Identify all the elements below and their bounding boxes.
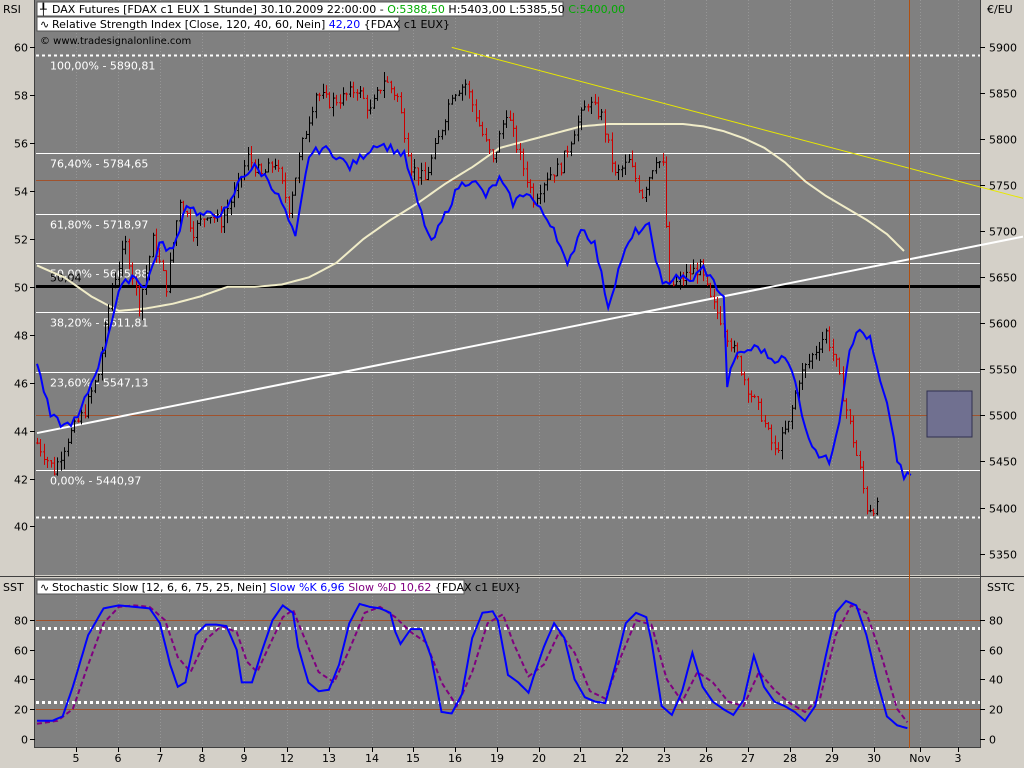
x-tick-label: 21	[573, 752, 587, 765]
stoch-left-tick-label: 0	[21, 734, 28, 747]
stoch-left-tick-label: 60	[14, 645, 28, 658]
x-tick-label: 20	[532, 752, 546, 765]
stoch-right-tick-label: 60	[989, 645, 1003, 658]
x-tick-label: 23	[657, 752, 671, 765]
rsi-tick-label: 54	[14, 186, 28, 199]
price-legend-close: C:5400,00	[568, 3, 625, 16]
x-tick-label: 13	[322, 752, 336, 765]
price-tick-label: 5350	[989, 549, 1017, 562]
fib-level-label: 76,40% - 5784,65	[50, 158, 148, 171]
rsi-tick-label: 46	[14, 378, 28, 391]
x-tick-label: 3	[955, 752, 962, 765]
price-tick-label: 5650	[989, 272, 1017, 285]
x-tick-label: 29	[825, 752, 839, 765]
price-tick-label: 5900	[989, 42, 1017, 55]
price-legend-hl: H:5403,00 L:5385,50	[448, 3, 564, 16]
stoch-right-tick-label: 40	[989, 674, 1003, 687]
stoch-left-axis-title: SST	[3, 581, 24, 594]
x-tick-label: Nov	[909, 752, 931, 765]
x-tick-label: 7	[157, 752, 164, 765]
rsi-legend-icon: ∿	[40, 18, 49, 31]
stoch-right-tick-label: 20	[989, 704, 1003, 717]
price-legend-icon: ╀	[39, 2, 47, 16]
rsi-tick-label: 42	[14, 474, 28, 487]
price-tick-label: 5450	[989, 456, 1017, 469]
copyright-watermark: © www.tradesignalonline.com	[40, 36, 191, 47]
rsi-tick-label: 56	[14, 138, 28, 151]
price-tick-label: 5600	[989, 318, 1017, 331]
rsi-legend-value: 42,20	[329, 18, 361, 31]
x-tick-label: 19	[490, 752, 504, 765]
rsi-tick-label: 50	[14, 282, 28, 295]
rsi-tick-label: 40	[14, 521, 28, 534]
rsi-tick-label: 48	[14, 330, 28, 343]
x-tick-label: 30	[867, 752, 881, 765]
stoch-legend-name: Stochastic Slow [12, 6, 6, 75, 25, Nein]	[52, 581, 266, 594]
stoch-panel-bg	[35, 578, 980, 747]
stoch-legend-k: Slow %K 6,96	[270, 581, 345, 594]
selection-rectangle[interactable]	[926, 390, 973, 438]
x-tick-label: 27	[741, 752, 755, 765]
stoch-legend: Stochastic Slow [12, 6, 6, 75, 25, Nein]…	[52, 581, 521, 594]
stoch-legend-icon: ∿	[40, 581, 49, 594]
stoch-legend-d: Slow %D 10,62	[348, 581, 431, 594]
x-tick-label: 16	[448, 752, 462, 765]
rsi-legend-suffix: {FDAX c1 EUX}	[364, 18, 450, 31]
price-right-axis-title: €/EU	[987, 3, 1013, 16]
x-tick-label: 14	[365, 752, 379, 765]
price-legend: DAX Futures [FDAX c1 EUX 1 Stunde] 30.10…	[52, 3, 625, 16]
rsi-legend-name: Relative Strength Index [Close, 120, 40,…	[52, 18, 325, 31]
fib-level-label: 61,80% - 5718,97	[50, 219, 148, 232]
price-tick-label: 5550	[989, 364, 1017, 377]
x-tick-label: 28	[783, 752, 797, 765]
price-tick-label: 5700	[989, 226, 1017, 239]
fib-level-label: 38,20% - 5611,81	[50, 317, 148, 330]
stoch-right-tick-label: 80	[989, 615, 1003, 628]
x-tick-label: 26	[699, 752, 713, 765]
x-tick-label: 12	[280, 752, 294, 765]
rsi-tick-label: 58	[14, 90, 28, 103]
chart-canvas: 100,00% - 5890,81 76,40% - 5784,65 61,80% …	[0, 0, 1024, 765]
stoch-right-tick-label: 0	[989, 734, 996, 747]
price-tick-label: 5400	[989, 503, 1017, 516]
stoch-left-tick-label: 40	[14, 674, 28, 687]
price-tick-label: 5750	[989, 180, 1017, 193]
price-tick-label: 5850	[989, 88, 1017, 101]
x-tick-label: 8	[199, 752, 206, 765]
price-legend-name: DAX Futures [FDAX c1 EUX 1 Stunde] 30.10…	[52, 3, 384, 16]
stoch-right-axis-title: SSTC	[987, 581, 1015, 594]
x-tick-label: 22	[615, 752, 629, 765]
stoch-left-tick-label: 20	[14, 704, 28, 717]
fib-level-label: 23,60% - 5547,13	[50, 377, 148, 390]
stoch-left-tick-label: 80	[14, 615, 28, 628]
rsi-legend: Relative Strength Index [Close, 120, 40,…	[52, 18, 450, 31]
price-tick-label: 5800	[989, 134, 1017, 147]
x-tick-label: 9	[241, 752, 248, 765]
stoch-legend-suffix: {FDAX c1 EUX}	[435, 581, 521, 594]
rsi-tick-label: 52	[14, 234, 28, 247]
x-tick-label: 6	[115, 752, 122, 765]
fib-level-label: 0,00% - 5440,97	[50, 475, 141, 488]
fib-level-label: 100,00% - 5890,81	[50, 60, 155, 73]
x-tick-label: 15	[406, 752, 420, 765]
price-left-axis-title: RSI	[3, 3, 21, 16]
price-legend-open: O:5388,50	[387, 3, 445, 16]
price-tick-label: 5500	[989, 410, 1017, 423]
rsi-tick-label: 60	[14, 42, 28, 55]
x-tick-label: 5	[73, 752, 80, 765]
rsi-tick-label: 44	[14, 426, 28, 439]
